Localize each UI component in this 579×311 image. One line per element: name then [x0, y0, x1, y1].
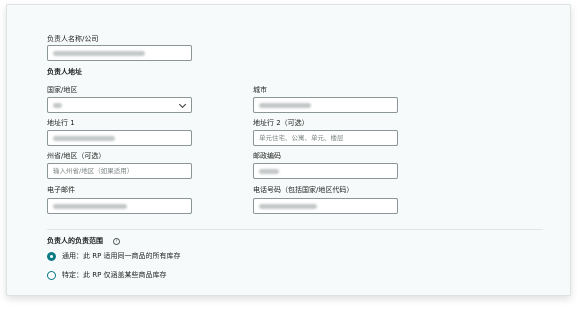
postal-field[interactable] [253, 163, 398, 179]
name-label: 负责人名称/公司 [47, 35, 99, 43]
redacted-value [53, 203, 127, 209]
scope-radio-specific[interactable] [47, 271, 56, 280]
scope-radio-general[interactable] [47, 252, 56, 261]
redacted-value [259, 203, 317, 209]
name-field[interactable] [47, 45, 192, 61]
redacted-value [53, 102, 62, 108]
phone-field[interactable] [253, 198, 398, 214]
email-label: 电子邮件 [47, 186, 75, 194]
address1-label: 地址行 1 [47, 119, 75, 127]
city-field[interactable] [253, 97, 398, 113]
country-label: 国家/地区 [47, 86, 78, 94]
country-select[interactable] [47, 97, 192, 113]
redacted-value [259, 102, 311, 108]
address1-field[interactable] [47, 130, 192, 146]
help-circle-icon[interactable]: ? [113, 238, 120, 245]
redacted-value [53, 50, 145, 56]
scope-heading: 负责人的负责范围 [47, 237, 103, 245]
address-heading: 负责人地址 [47, 68, 82, 76]
scope-option-specific-label[interactable]: 特定：此 RP 仅涵盖某些商品库存 [62, 271, 167, 280]
city-label: 城市 [253, 86, 267, 94]
postal-label: 邮政编码 [253, 152, 281, 160]
redacted-value [53, 135, 115, 141]
chevron-down-icon [178, 100, 187, 109]
phone-label: 电话号码（包括国家/地区代码） [253, 186, 354, 194]
address2-field[interactable]: 单元住宅、公寓、单元、楼层 [253, 130, 398, 146]
state-field[interactable]: 输入州省/地区（如果适用） [47, 163, 192, 179]
responsible-person-form: 负责人名称/公司 负责人地址 国家/地区 城市 地址行 1 地址行 2（可选） … [6, 4, 571, 296]
section-divider [47, 229, 543, 230]
address2-label: 地址行 2（可选） [253, 119, 309, 127]
email-field[interactable] [47, 198, 192, 214]
state-label: 州省/地区（可选） [47, 152, 106, 160]
scope-option-general-label[interactable]: 通用：此 RP 适用同一商品的所有库存 [62, 252, 181, 261]
redacted-value [259, 168, 279, 174]
